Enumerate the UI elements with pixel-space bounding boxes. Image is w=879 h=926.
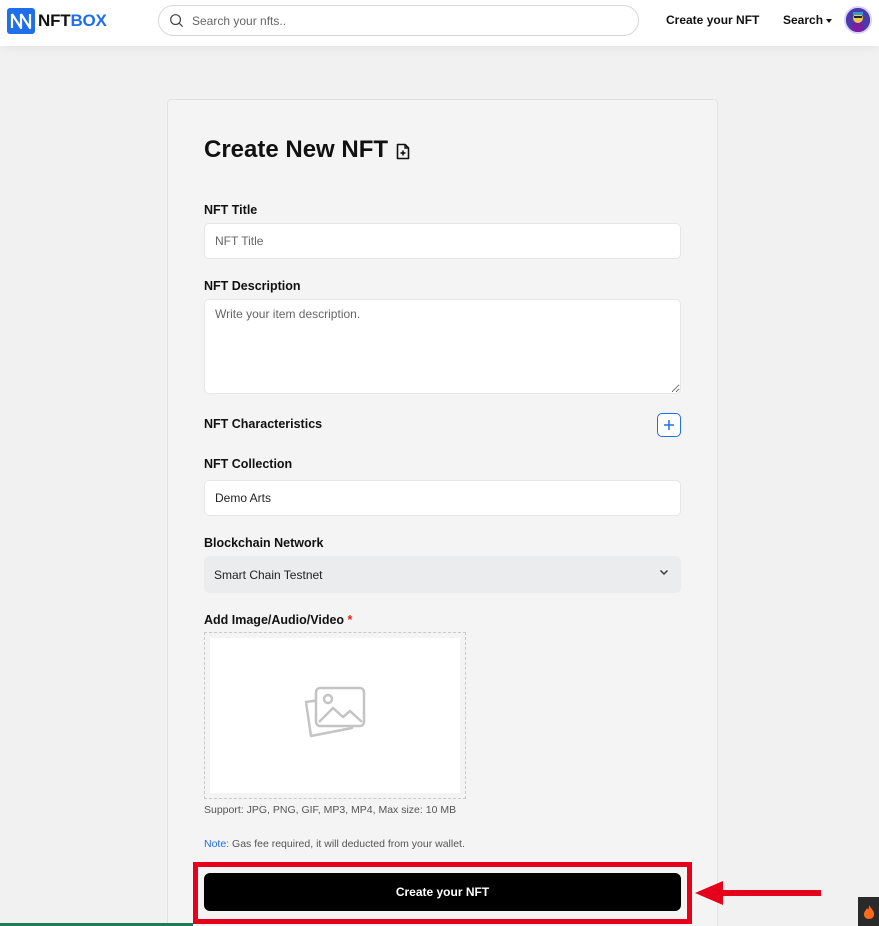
logo-text-box: BOX <box>70 11 107 30</box>
logo-text-nft: NFT <box>38 11 71 30</box>
arrow-left-icon <box>695 881 821 905</box>
brand-logo[interactable]: NFTBOX <box>7 8 107 34</box>
logo-text: NFTBOX <box>38 11 107 31</box>
nft-collection-input[interactable] <box>204 480 681 516</box>
nft-description-textarea[interactable] <box>204 299 681 394</box>
blockchain-network-select[interactable]: Smart Chain Testnet <box>204 556 681 593</box>
nft-description-label: NFT Description <box>204 279 301 293</box>
media-preview-area[interactable] <box>210 638 460 793</box>
chevron-down-icon <box>660 570 668 575</box>
search-bar[interactable] <box>158 5 639 36</box>
user-avatar[interactable] <box>844 6 872 34</box>
search-input[interactable] <box>192 13 612 28</box>
supported-formats-hint: Support: JPG, PNG, GIF, MP3, MP4, Max si… <box>204 804 457 816</box>
create-nft-card: Create New NFT NFT Title NFT Description… <box>167 99 718 926</box>
required-asterisk: * <box>347 613 353 627</box>
nft-characteristics-label: NFT Characteristics <box>204 417 323 431</box>
nft-title-input[interactable] <box>204 223 681 259</box>
caret-down-icon <box>826 18 833 23</box>
page-title: Create New NFT <box>204 136 410 164</box>
blockchain-network-label: Blockchain Network <box>204 536 324 550</box>
media-upload-label: Add Image/Audio/Video * <box>204 613 352 627</box>
blockchain-network-value: Smart Chain Testnet <box>214 567 323 582</box>
add-characteristic-button[interactable] <box>657 413 681 437</box>
note-prefix: Note: <box>204 838 230 850</box>
nft-collection-label: NFT Collection <box>204 457 293 471</box>
search-icon <box>170 14 184 28</box>
file-plus-icon <box>396 143 410 160</box>
create-nft-submit-button[interactable]: Create your NFT <box>204 873 681 911</box>
gas-fee-note: Note: Gas fee required, it will deducted… <box>204 838 465 850</box>
flame-icon[interactable] <box>858 897 879 926</box>
note-text: Gas fee required, it will deducted from … <box>229 838 465 850</box>
page-title-text: Create New NFT <box>204 136 389 163</box>
logo-mark-icon <box>7 8 35 34</box>
nav-search-label: Search <box>783 13 824 27</box>
image-icon <box>304 686 366 737</box>
media-upload-label-text: Add Image/Audio/Video <box>204 613 345 627</box>
plus-icon <box>664 420 674 430</box>
nav-search-dropdown[interactable]: Search <box>783 13 833 27</box>
nft-title-label: NFT Title <box>204 203 258 217</box>
nav-create-nft-link[interactable]: Create your NFT <box>666 13 759 27</box>
top-navbar: NFTBOX Create your NFT Search <box>0 0 879 46</box>
media-dropzone[interactable] <box>204 632 466 799</box>
